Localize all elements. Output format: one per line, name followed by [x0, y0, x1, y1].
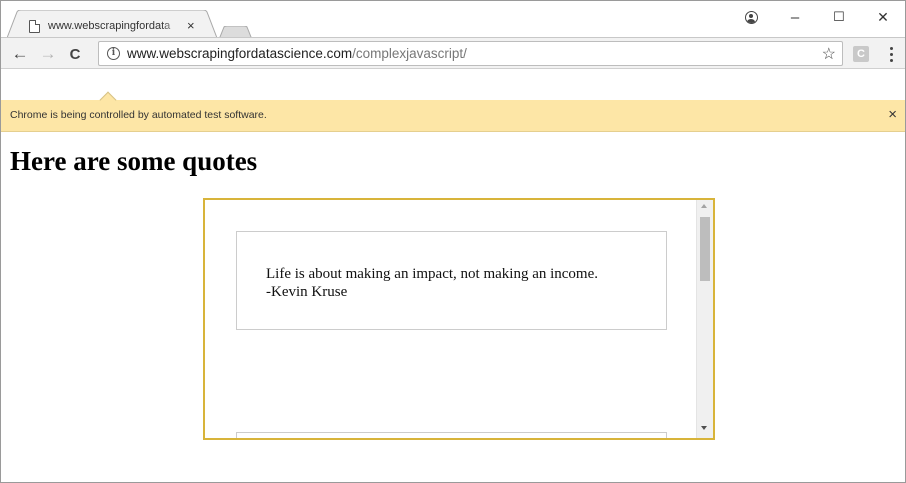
- page-icon: [29, 19, 40, 33]
- quote-author: -Kevin Kruse: [266, 284, 348, 300]
- iframe-scrollbar[interactable]: [696, 200, 713, 438]
- automation-infobar: Chrome is being controlled by automated …: [1, 100, 905, 132]
- maximize-button[interactable]: ☐: [817, 1, 861, 33]
- minimize-button[interactable]: –: [773, 1, 817, 33]
- page-heading: Here are some quotes: [10, 146, 258, 176]
- reload-button[interactable]: C: [64, 43, 86, 65]
- reload-icon: C: [69, 45, 81, 63]
- address-bar[interactable]: i www.webscrapingfordatascience.com /com…: [98, 41, 843, 66]
- extension-icon[interactable]: C: [853, 46, 869, 62]
- close-window-button[interactable]: ✕: [861, 1, 905, 33]
- tab-close-icon[interactable]: ×: [187, 18, 195, 34]
- scroll-thumb[interactable]: [700, 217, 710, 281]
- info-icon[interactable]: i: [107, 47, 120, 60]
- back-arrow-icon: ←: [11, 44, 29, 63]
- profile-icon: [744, 10, 758, 24]
- scroll-down-arrow-icon[interactable]: [701, 426, 707, 430]
- menu-dot: [889, 52, 893, 56]
- quote-text-block: Life is about making an impact, not maki…: [266, 265, 598, 301]
- scroll-up-arrow-icon[interactable]: [701, 204, 707, 208]
- forward-button[interactable]: →: [37, 43, 59, 65]
- menu-dot: [889, 46, 893, 50]
- menu-dot: [889, 58, 893, 62]
- quote-text: Life is about making an impact, not maki…: [266, 266, 598, 282]
- infobar-message: Chrome is being controlled by automated …: [10, 109, 267, 121]
- forward-arrow-icon: →: [39, 44, 57, 63]
- quotes-iframe[interactable]: Life is about making an impact, not maki…: [203, 198, 715, 440]
- bookmark-star-icon[interactable]: ☆: [822, 44, 836, 64]
- window-controls: – ☐ ✕: [729, 1, 905, 37]
- quote-card: [236, 432, 667, 438]
- tab-content: www.webscrapingfordata ×: [29, 18, 195, 34]
- profile-button[interactable]: [729, 1, 773, 33]
- url-host: www.webscrapingfordatascience.com: [127, 46, 353, 61]
- tab-title: www.webscrapingfordata: [48, 20, 171, 32]
- browser-toolbar: ← → C i www.webscrapingfordatascience.co…: [1, 37, 905, 69]
- quote-card: Life is about making an impact, not maki…: [236, 231, 667, 330]
- infobar-close-icon[interactable]: ×: [888, 106, 897, 123]
- title-bar: www.webscrapingfordata × – ☐ ✕: [1, 1, 905, 42]
- browser-window: www.webscrapingfordata × – ☐ ✕ ← → C i w…: [0, 0, 906, 483]
- back-button[interactable]: ←: [9, 43, 31, 65]
- menu-icon[interactable]: [885, 44, 897, 64]
- url-path: /complexjavascript/: [352, 46, 467, 61]
